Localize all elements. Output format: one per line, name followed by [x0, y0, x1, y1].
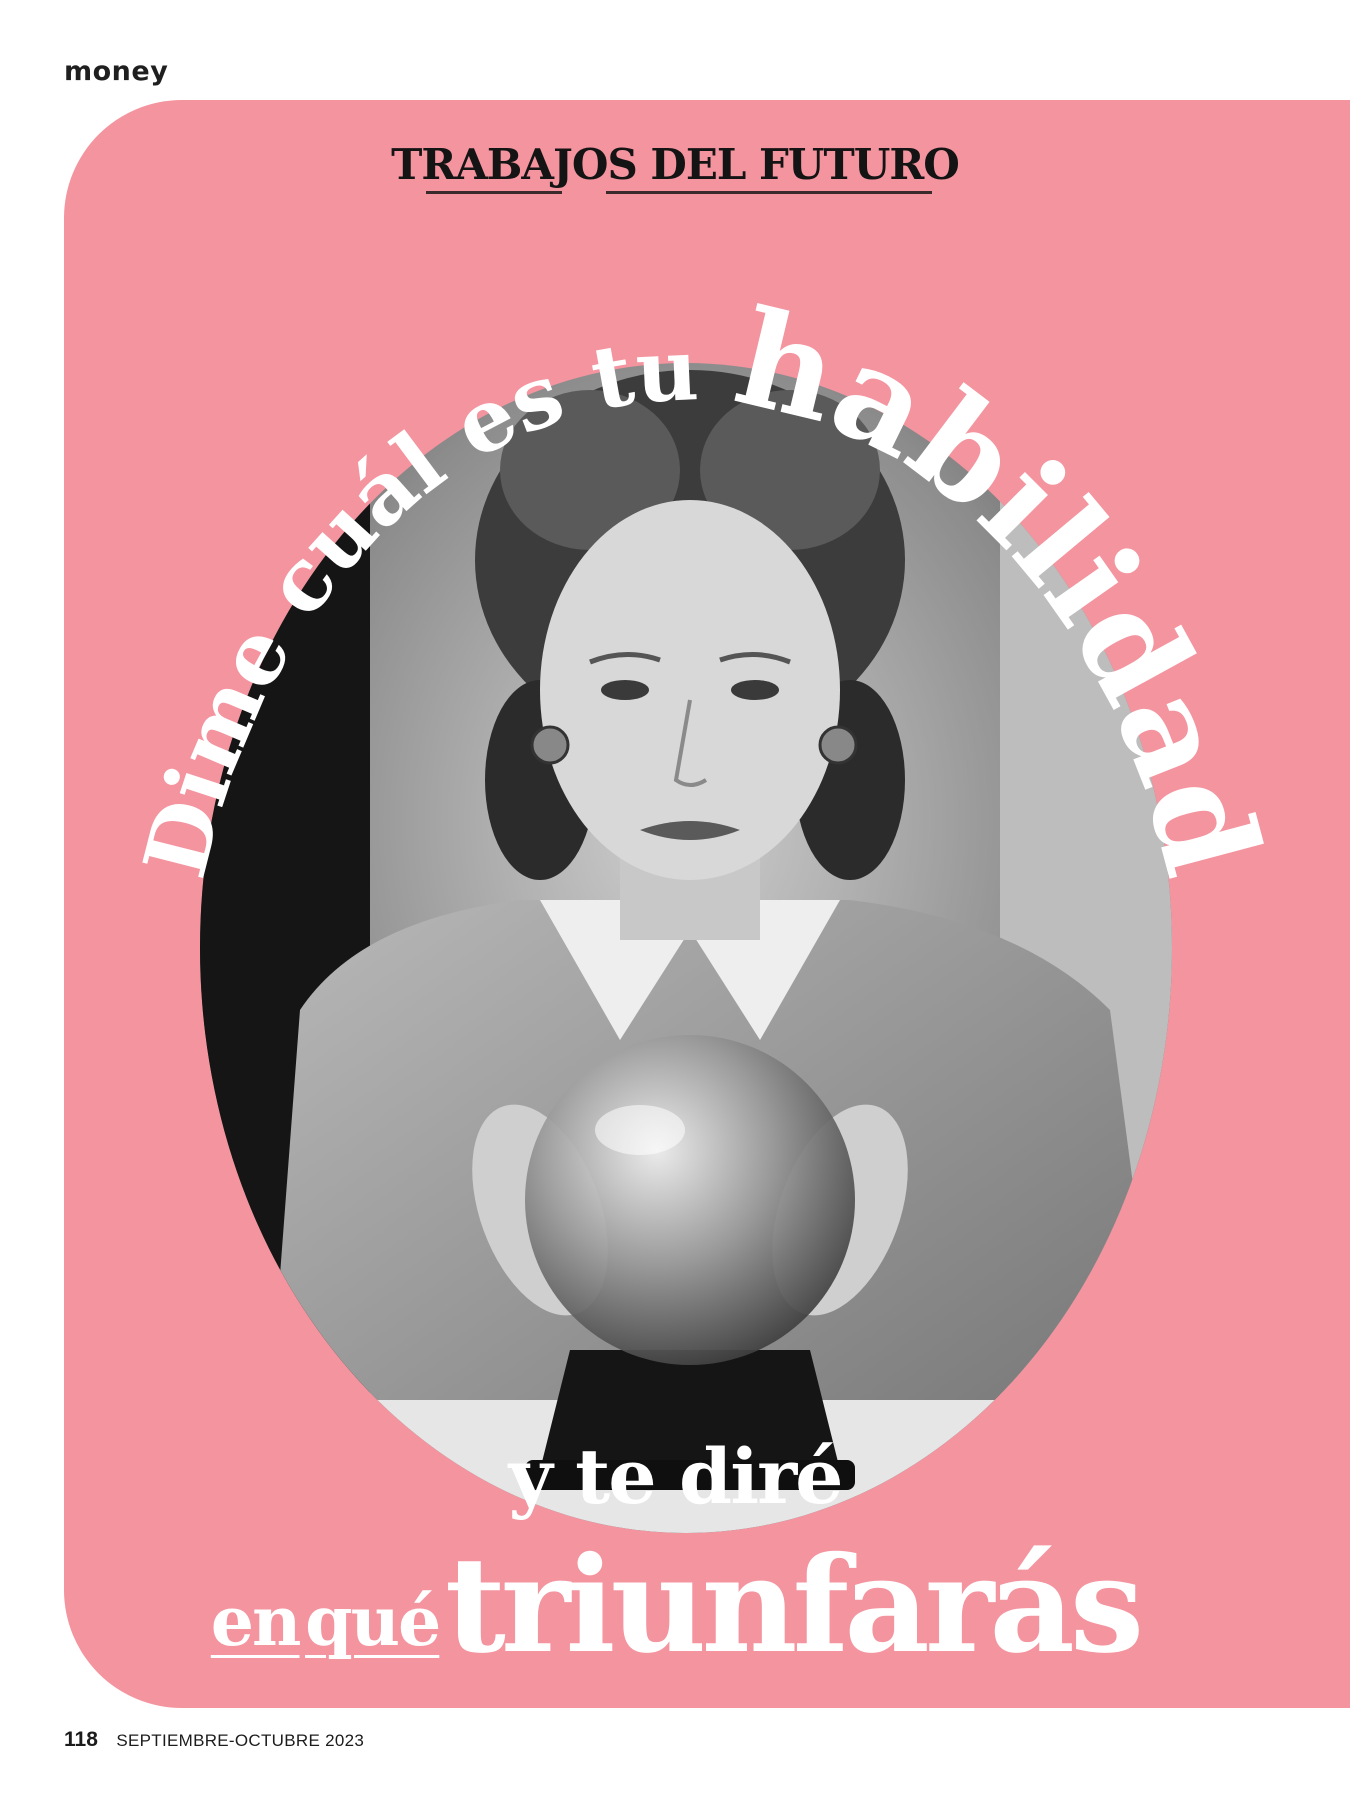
headline-word-en: en [210, 1582, 302, 1662]
page-number: 118 [64, 1728, 98, 1751]
headline-word-triunfaras: triunfarás [444, 1528, 1144, 1683]
issue-date: SEPTIEMBRE-OCTUBRE 2023 [116, 1731, 365, 1750]
headline-word-que: qué [305, 1582, 441, 1662]
headline-line-4: en qué triunfarás [0, 1528, 1350, 1683]
headline-line-3: y te diré [508, 1432, 844, 1521]
page-footer: 118 SEPTIEMBRE-OCTUBRE 2023 [64, 1728, 364, 1752]
